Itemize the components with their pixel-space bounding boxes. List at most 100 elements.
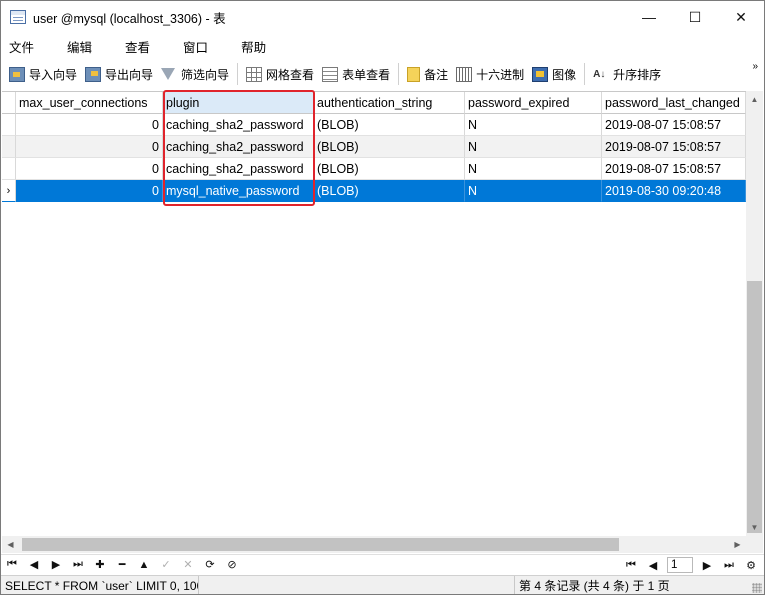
next-page-icon[interactable]: ▶ — [696, 556, 718, 574]
cell-max-user-connections[interactable]: 0 — [16, 136, 163, 158]
refresh-icon[interactable]: ⟳ — [199, 556, 221, 574]
toolbar-overflow-button[interactable]: » — [752, 62, 758, 72]
column-header-password-expired[interactable]: password_expired — [465, 92, 602, 114]
filter-wizard-icon — [161, 68, 176, 80]
close-button[interactable]: ✕ — [718, 1, 764, 33]
menu-help[interactable]: 帮助 — [233, 37, 279, 56]
scroll-down-icon[interactable]: ▼ — [746, 519, 763, 536]
overflow-chevron-icon: » — [752, 61, 758, 72]
menu-edit[interactable]: 编辑 — [59, 37, 105, 56]
scroll-right-icon[interactable]: ▶ — [729, 536, 746, 553]
export-wizard-button[interactable]: 导出向导 — [81, 63, 157, 85]
cell-password-expired[interactable]: N — [465, 180, 602, 202]
up-icon[interactable]: ▲ — [133, 556, 155, 574]
table-icon — [10, 10, 26, 24]
maximize-button[interactable]: ☐ — [672, 1, 718, 33]
scroll-left-icon[interactable]: ◀ — [2, 536, 19, 553]
form-view-button[interactable]: 表单查看 — [318, 63, 394, 85]
column-header-authentication-string[interactable]: authentication_string — [314, 92, 465, 114]
page-settings-icon[interactable]: ⚙ — [740, 556, 762, 574]
table-row-selected[interactable]: › 0 mysql_native_password (BLOB) N 2019-… — [2, 180, 746, 202]
delete-record-icon[interactable]: ━ — [111, 556, 133, 574]
status-sql-query: SELECT * FROM `user` LIMIT 0, 1000 — [1, 575, 199, 594]
last-record-icon[interactable]: ⏭ — [67, 556, 89, 574]
cell-plugin[interactable]: caching_sha2_password — [163, 114, 314, 136]
row-indicator-header — [2, 92, 16, 114]
page-number-input[interactable]: 1 — [667, 557, 693, 573]
import-wizard-icon — [9, 66, 25, 82]
menu-file[interactable]: 文件 — [1, 37, 47, 56]
filter-wizard-button[interactable]: 筛选向导 — [157, 63, 233, 85]
cell-plugin[interactable]: caching_sha2_password — [163, 158, 314, 180]
previous-record-icon[interactable]: ◀ — [23, 556, 45, 574]
cell-plugin[interactable]: caching_sha2_password — [163, 136, 314, 158]
hex-button[interactable]: 十六进制 — [452, 63, 528, 85]
window-controls: — ☐ ✕ — [626, 1, 764, 33]
cell-plugin[interactable]: mysql_native_password — [163, 180, 314, 202]
resize-grip-icon[interactable] — [752, 583, 762, 593]
export-wizard-label: 导出向导 — [105, 67, 154, 82]
grid-view-button[interactable]: 网格查看 — [242, 63, 318, 85]
row-indicator[interactable] — [2, 114, 16, 136]
note-button[interactable]: 备注 — [403, 63, 452, 85]
cell-password-last-changed[interactable]: 2019-08-07 15:08:57 — [602, 158, 746, 180]
stop-icon[interactable]: ⊘ — [221, 556, 243, 574]
scroll-up-icon[interactable]: ▲ — [746, 91, 763, 108]
cell-max-user-connections[interactable]: 0 — [16, 158, 163, 180]
toolbar-divider — [398, 63, 400, 85]
horizontal-scrollbar[interactable]: ◀ ▶ — [2, 536, 746, 553]
vertical-scroll-thumb[interactable] — [747, 281, 762, 533]
cell-password-last-changed[interactable]: 2019-08-30 09:20:48 — [602, 180, 746, 202]
row-indicator[interactable] — [2, 136, 16, 158]
toolbar-divider — [237, 63, 239, 85]
cell-authentication-string[interactable]: (BLOB) — [314, 158, 465, 180]
discard-changes-icon[interactable]: ✕ — [177, 556, 199, 574]
cell-password-expired[interactable]: N — [465, 114, 602, 136]
page-navigation: ⏮ ◀ 1 ▶ ⏭ ⚙ — [620, 555, 762, 575]
column-header-plugin[interactable]: plugin — [163, 92, 314, 114]
cell-authentication-string[interactable]: (BLOB) — [314, 114, 465, 136]
previous-page-icon[interactable]: ◀ — [642, 556, 664, 574]
toolbar: 导入向导 导出向导 筛选向导 网格查看 表单查看 备注 十六进制 图像 A↓ 升… — [1, 60, 764, 88]
filter-wizard-label: 筛选向导 — [181, 67, 230, 82]
column-header-password-last-changed[interactable]: password_last_changed — [602, 92, 746, 114]
image-icon — [532, 66, 549, 82]
last-page-icon[interactable]: ⏭ — [718, 556, 740, 574]
first-page-icon[interactable]: ⏮ — [620, 556, 642, 574]
column-header-max-user-connections[interactable]: max_user_connections — [16, 92, 163, 114]
status-bar: SELECT * FROM `user` LIMIT 0, 1000 第 4 条… — [1, 575, 764, 594]
cell-authentication-string[interactable]: (BLOB) — [314, 136, 465, 158]
import-wizard-button[interactable]: 导入向导 — [5, 63, 81, 85]
cell-max-user-connections[interactable]: 0 — [16, 114, 163, 136]
grid-view-label: 网格查看 — [266, 67, 315, 82]
vertical-scrollbar[interactable]: ▲ ▼ — [746, 91, 763, 553]
note-icon — [407, 66, 421, 82]
table-row[interactable]: 0 caching_sha2_password (BLOB) N 2019-08… — [2, 158, 746, 180]
grid-view-icon — [246, 66, 263, 82]
cell-password-expired[interactable]: N — [465, 158, 602, 180]
table-window: user @mysql (localhost_3306) - 表 — ☐ ✕ 文… — [0, 0, 765, 595]
menu-window[interactable]: 窗口 — [175, 37, 221, 56]
cell-password-last-changed[interactable]: 2019-08-07 15:08:57 — [602, 114, 746, 136]
hex-icon — [456, 66, 473, 82]
cell-password-expired[interactable]: N — [465, 136, 602, 158]
current-row-indicator-icon[interactable]: › — [2, 180, 16, 202]
add-record-icon[interactable]: ✚ — [89, 556, 111, 574]
cell-authentication-string[interactable]: (BLOB) — [314, 180, 465, 202]
first-record-icon[interactable]: ⏮ — [1, 556, 23, 574]
import-wizard-label: 导入向导 — [29, 67, 78, 82]
cell-password-last-changed[interactable]: 2019-08-07 15:08:57 — [602, 136, 746, 158]
status-record-count: 第 4 条记录 (共 4 条) 于 1 页 — [514, 575, 764, 594]
menu-view[interactable]: 查看 — [117, 37, 163, 56]
apply-changes-icon[interactable]: ✓ — [155, 556, 177, 574]
table-row[interactable]: 0 caching_sha2_password (BLOB) N 2019-08… — [2, 136, 746, 158]
horizontal-scroll-thumb[interactable] — [22, 538, 619, 551]
row-indicator[interactable] — [2, 158, 16, 180]
cell-max-user-connections[interactable]: 0 — [16, 180, 163, 202]
next-record-icon[interactable]: ▶ — [45, 556, 67, 574]
table-row[interactable]: 0 caching_sha2_password (BLOB) N 2019-08… — [2, 114, 746, 136]
minimize-button[interactable]: — — [626, 1, 672, 33]
sort-ascending-button[interactable]: A↓ 升序排序 — [589, 63, 665, 85]
image-button[interactable]: 图像 — [528, 63, 580, 85]
grid-header-row: max_user_connections plugin authenticati… — [2, 92, 746, 114]
